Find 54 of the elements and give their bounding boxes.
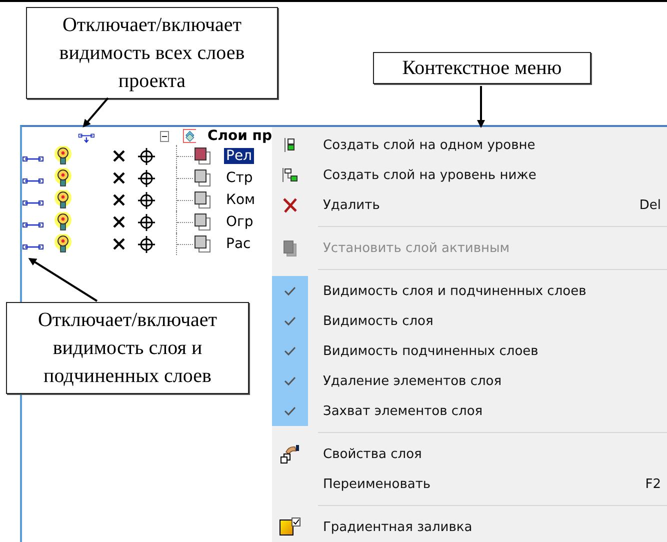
crosshair-icon[interactable]: [138, 148, 155, 164]
visibility-toggle-icon[interactable]: [22, 243, 44, 251]
delete-icon: [282, 197, 298, 213]
callout-note: Отключает/включает видимость слоя и подчиненных слоев: [6, 302, 249, 394]
visibility-toggle-icon[interactable]: [22, 155, 44, 163]
callout-arrow: [82, 97, 109, 128]
close-icon[interactable]: [112, 149, 126, 163]
crosshair-icon[interactable]: [138, 214, 155, 230]
light-bulb-icon[interactable]: [54, 190, 72, 210]
menu-item[interactable]: Свойства слоя: [272, 439, 667, 469]
tree-root-label[interactable]: Слои пр: [207, 128, 272, 144]
gradient-fill-icon: [279, 517, 301, 537]
light-bulb-icon[interactable]: [54, 234, 72, 254]
menu-item[interactable]: Переименовать F2: [272, 469, 667, 499]
close-icon[interactable]: [112, 193, 126, 207]
callout-note: Контекстное меню: [373, 52, 591, 84]
hand-pointer-icon: [280, 444, 300, 464]
layer-label[interactable]: Стр: [224, 170, 255, 186]
menu-item[interactable]: Создать слой на одном уровне: [272, 130, 667, 160]
menu-item[interactable]: Удаление элементов слоя: [272, 366, 667, 396]
layer-label[interactable]: Рел: [224, 148, 254, 164]
callout-arrow: [477, 86, 485, 128]
layers-icon: [283, 240, 297, 256]
layer-label[interactable]: Ком: [224, 192, 258, 208]
menu-item[interactable]: Видимость слоя: [272, 306, 667, 336]
light-bulb-icon[interactable]: [54, 168, 72, 188]
menu-item[interactable]: Видимость слоя и подчиненных слоев: [272, 276, 667, 306]
menu-item[interactable]: Видимость подчиненных слоев: [272, 336, 667, 366]
visibility-toggle-icon[interactable]: [22, 199, 44, 207]
visibility-toggle-icon[interactable]: [22, 177, 44, 185]
expander-icon[interactable]: [160, 130, 169, 142]
crosshair-icon[interactable]: [138, 170, 155, 186]
visibility-all-icon[interactable]: [78, 131, 95, 145]
visibility-toggle-icon[interactable]: [22, 221, 44, 229]
close-icon[interactable]: [112, 237, 126, 251]
tree-node-icon: [284, 138, 296, 152]
menu-item[interactable]: Создать слой на уровень ниже: [272, 160, 667, 190]
shortcut-label: F2: [645, 476, 661, 492]
menu-item[interactable]: Удалить Del: [272, 190, 667, 220]
tree-node-icon: [282, 168, 298, 182]
close-icon[interactable]: [112, 171, 126, 185]
crosshair-icon[interactable]: [138, 192, 155, 208]
layer-label[interactable]: Огр: [224, 214, 256, 230]
callout-note: Отключает/включает видимость всех слоев проекта: [26, 7, 278, 99]
shortcut-label: Del: [639, 198, 661, 212]
layer-label[interactable]: Рас: [224, 236, 253, 252]
menu-item[interactable]: Градиентная заливка: [272, 512, 667, 542]
crosshair-icon[interactable]: [138, 236, 155, 252]
layers-root-icon: [182, 127, 196, 145]
light-bulb-icon[interactable]: [54, 146, 72, 166]
light-bulb-icon[interactable]: [54, 212, 72, 232]
callout-arrow: [28, 258, 98, 302]
close-icon[interactable]: [112, 215, 126, 229]
menu-item[interactable]: Захват элементов слоя: [272, 396, 667, 426]
